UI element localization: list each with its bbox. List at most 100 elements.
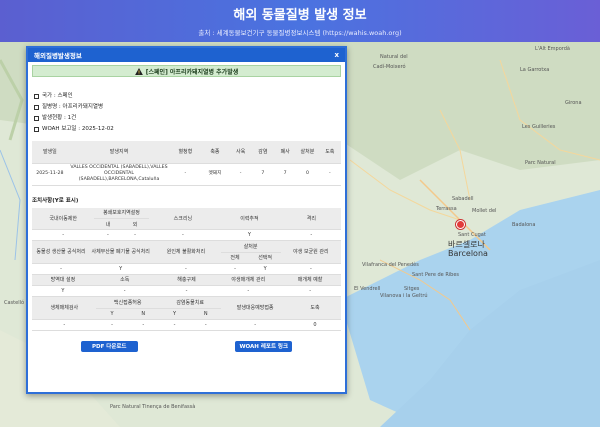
outbreak-table: 발생일 발생지역 혈청형 축종 사육 감염 폐사 살처분 도축 2025-11-… (32, 141, 341, 186)
cell-value: Y (249, 263, 281, 275)
cell-value: - (94, 229, 122, 241)
col-header: 동물성 생산물 공식처리 (32, 241, 90, 264)
checkbox-icon (34, 116, 39, 121)
col-header: 감염 (251, 141, 275, 164)
map-label: Sabadell (452, 196, 474, 202)
page-subtitle: 출처 : 세계동물보건기구 동물질병정보시스템 (https://wahis.w… (198, 29, 402, 37)
cell-serotype: - (170, 163, 201, 186)
col-header: 국내이동제한 (32, 207, 95, 230)
info-disease: 질병명 : 아프리카돼지열병 (34, 102, 341, 113)
col-header: Y (96, 308, 128, 320)
col-header: 격리 (281, 207, 341, 230)
cell-value: - (32, 319, 97, 331)
cell-slaughtered: - (318, 163, 341, 186)
col-header: 원인체 불활화처리 (151, 241, 221, 264)
measures-table-2: 동물성 생산물 공식처리 사체부산물 폐기물 공식처리 원인체 불활화처리 살처… (32, 241, 341, 275)
table-row: - Y - - Y - (32, 263, 341, 275)
col-header: N (127, 308, 159, 320)
cell-infected: 7 (251, 163, 275, 186)
cell-value: - (32, 229, 95, 241)
panel-header: 해외질병발생정보 x (28, 48, 345, 62)
measures-table-3: 방역대 설정 소독 해충구제 야생매개체 관리 매개체 예찰 Y - - - - (32, 274, 341, 297)
cell-value: - (151, 263, 221, 275)
map-label: Les Guilleries (522, 124, 556, 130)
cell-dead: 7 (274, 163, 297, 186)
outbreak-marker[interactable] (456, 220, 465, 229)
col-header: 폐사 (274, 141, 297, 164)
action-buttons: PDF 다운로드 WOAH 레포트 링크 (32, 340, 341, 352)
table-row: - - - - - - 0 (32, 319, 341, 331)
checkbox-icon (34, 127, 39, 132)
info-count: 발생현황 : 1건 (34, 113, 341, 124)
col-header: 생체매체검사 (32, 297, 97, 320)
map-label: Natural del (380, 54, 408, 60)
map-label: Sant Pere de Ribes (412, 272, 460, 278)
col-header: 혈청형 (170, 141, 201, 164)
map-label: La Garrotxa (520, 67, 550, 73)
map-city-label: 바르셀로나 Barcelona (448, 240, 488, 258)
cell-value: Y (90, 263, 152, 275)
cell-value: Y (217, 229, 282, 241)
cell-value: - (217, 285, 280, 297)
map-label: Terrassa (436, 206, 457, 212)
col-header: 방역대 설정 (32, 274, 94, 286)
cell-value: Y (32, 285, 94, 297)
col-header: Y (158, 308, 191, 320)
measures-header: 생체매체검사 백신접종허용 감염동물치료 발생대응예방접종 도축 (32, 297, 341, 320)
map-city-en: Barcelona (448, 249, 488, 258)
banner-text: [스페인] 아프리카돼지열병 추가발생 (145, 68, 239, 76)
col-header: 도축 (318, 141, 341, 164)
cell-value: - (96, 319, 128, 331)
cell-value: - (279, 285, 341, 297)
measures-header: 동물성 생산물 공식처리 사체부산물 폐기물 공식처리 원인체 불활화처리 살처… (32, 241, 341, 264)
cell-species: 멧돼지 (200, 163, 230, 186)
info-text: 발생현황 : 1건 (42, 115, 77, 121)
panel-body: [스페인] 아프리카돼지열병 추가발생 국가 : 스페인 질병명 : 아프리카돼… (28, 62, 345, 352)
woah-report-link-button[interactable]: WOAH 레포트 링크 (235, 340, 293, 352)
col-header: 발생일 (32, 141, 68, 164)
measures-table-4: 생체매체검사 백신접종허용 감염동물치료 발생대응예방접종 도축 Y N Y N… (32, 297, 341, 331)
col-header: 해충구제 (155, 274, 218, 286)
col-header: 감염동물치료 (158, 297, 222, 309)
checkbox-icon (34, 105, 39, 110)
cell-value: - (127, 319, 159, 331)
map-label: Vilafranca del Penedès (362, 262, 419, 268)
info-country: 국가 : 스페인 (34, 91, 341, 102)
cell-date: 2025-11-28 (32, 163, 68, 186)
col-header: 스크리닝 (148, 207, 218, 230)
col-header: N (190, 308, 222, 320)
info-list: 국가 : 스페인 질병명 : 아프리카돼지열병 발생현황 : 1건 WOAH 보… (32, 91, 341, 135)
col-header: 매개체 예찰 (279, 274, 341, 286)
measures-header: 방역대 설정 소독 해충구제 야생매개체 관리 매개체 예찰 (32, 274, 341, 286)
outbreak-table-header: 발생일 발생지역 혈청형 축종 사육 감염 폐사 살처분 도축 (32, 141, 341, 164)
cell-value: - (281, 229, 341, 241)
map-label: L'Alt Empordà (535, 46, 570, 52)
cell-value: - (158, 319, 191, 331)
map-label: Mollet del (472, 208, 497, 214)
measures-header: 국내이동제한 봉쇄보호지역설정 스크리닝 이력추적 격리 (32, 207, 341, 230)
col-header: 내 (94, 218, 122, 230)
col-header: 살처분 (220, 241, 281, 253)
cell-value: - (280, 263, 341, 275)
map-label: Badalona (512, 222, 536, 228)
col-header: 외 (121, 218, 149, 230)
col-header: 이력추적 (217, 207, 282, 230)
page-title: 해외 동물질병 발생 정보 (233, 8, 367, 23)
col-header: 전체 (220, 252, 250, 264)
cell-value: 0 (288, 319, 341, 331)
col-header: 야생 보균원 관리 (280, 241, 341, 264)
page-header: 해외 동물질병 발생 정보 출처 : 세계동물보건기구 동물질병정보시스템 (h… (0, 0, 600, 42)
info-text: WOAH 보고일 : 2025-12-02 (42, 126, 114, 132)
cell-value: - (32, 263, 90, 275)
close-button[interactable]: x (334, 51, 339, 59)
map-city-kr: 바르셀로나 (448, 240, 485, 249)
col-header: 야생매개체 관리 (217, 274, 280, 286)
map-label: Parc Natural Tinença de Benifassà (110, 404, 196, 410)
panel-title: 해외질병발생정보 (34, 52, 82, 60)
checkbox-icon (34, 94, 39, 99)
cell-value: - (121, 229, 149, 241)
pdf-download-button[interactable]: PDF 다운로드 (80, 340, 138, 352)
col-header: 사체부산물 폐기물 공식처리 (90, 241, 152, 264)
col-header: 살처분 (296, 141, 319, 164)
cell-value: - (190, 319, 222, 331)
